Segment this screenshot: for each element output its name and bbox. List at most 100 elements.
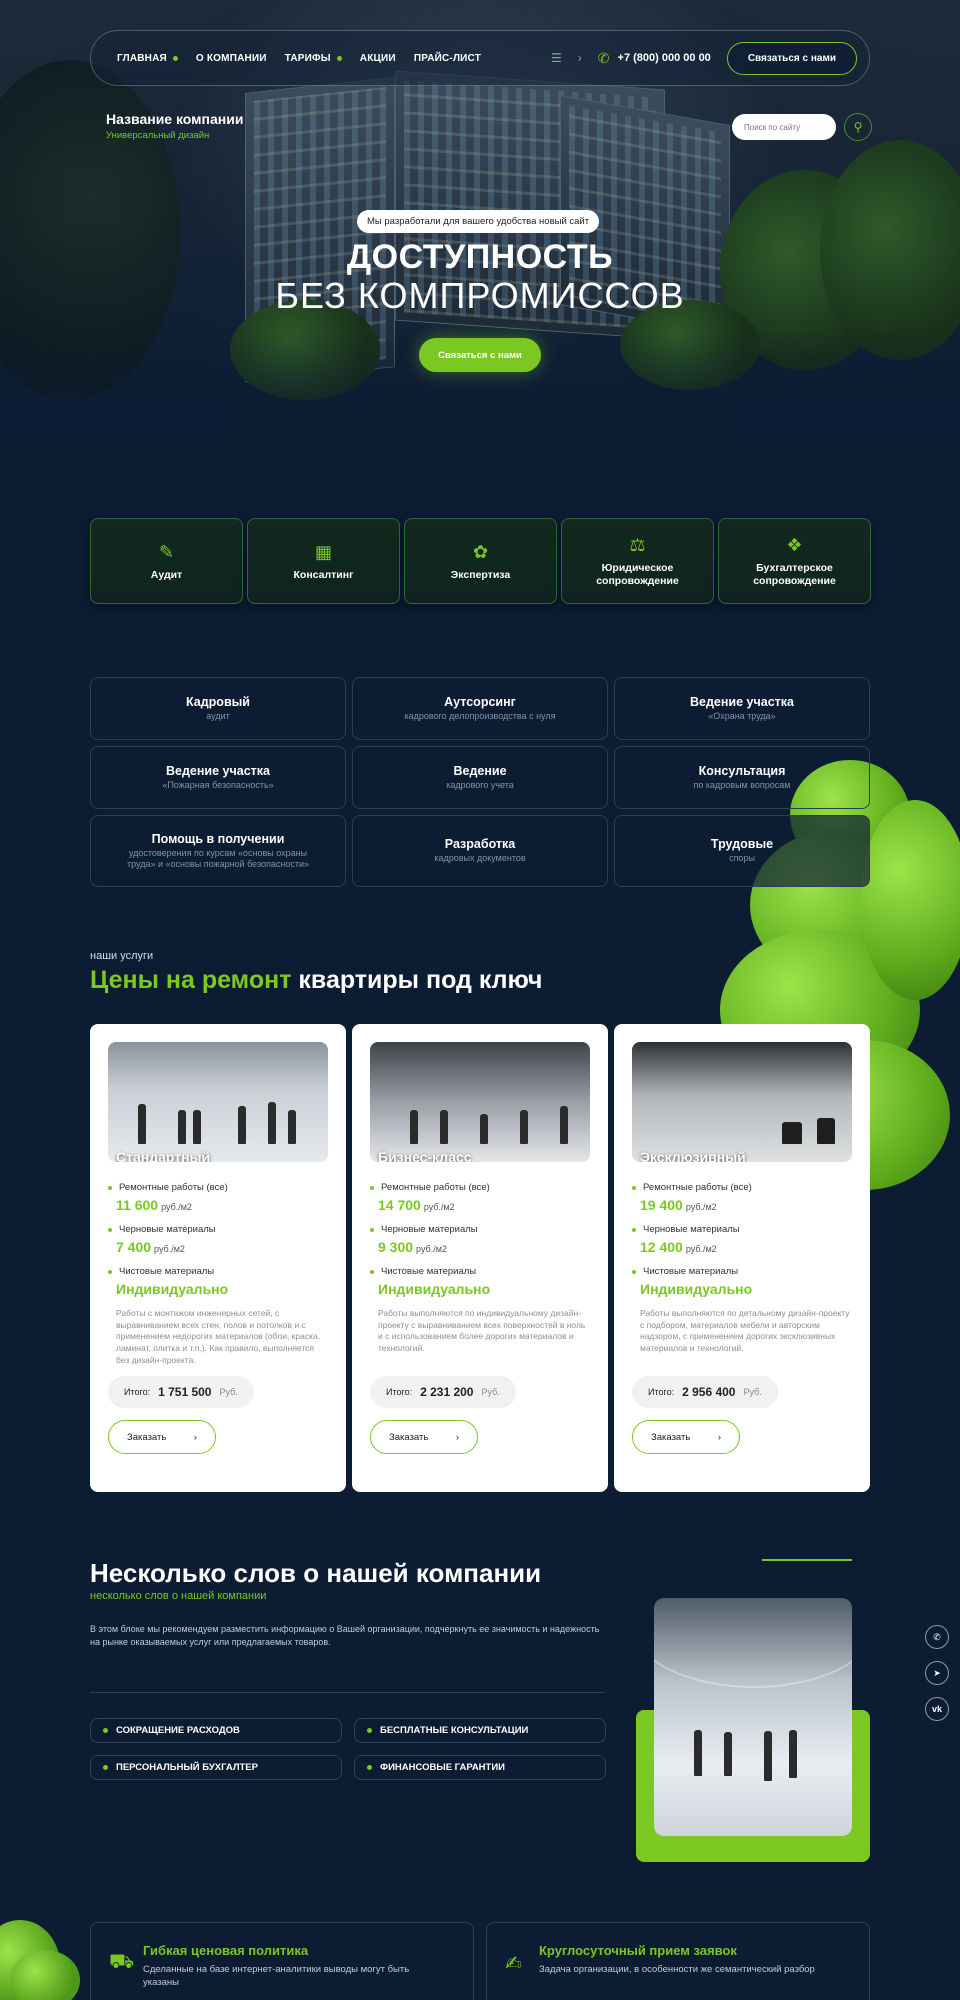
brand[interactable]: Название компании Универсальный дизайн bbox=[106, 111, 243, 141]
chevron-right-icon[interactable]: › bbox=[578, 51, 582, 65]
rough-label: Черновые материалы bbox=[643, 1224, 740, 1235]
advantage-title: Круглосуточный прием заявок bbox=[539, 1943, 737, 1958]
feature-label: Аудит bbox=[150, 568, 183, 581]
vk-icon[interactable]: vk bbox=[925, 1697, 949, 1721]
advantage-card: ✍ Круглосуточный прием заявок Задача орг… bbox=[486, 1922, 870, 2000]
repair-value: 14 700 bbox=[378, 1197, 421, 1213]
repair-label: Ремонтные работы (все) bbox=[643, 1182, 752, 1193]
finish-label: Чистовые материалы bbox=[381, 1266, 477, 1277]
service-card[interactable]: Кадровый аудит bbox=[90, 677, 346, 740]
advantage-text: Задача организации, в особенности же сем… bbox=[539, 1964, 815, 1975]
service-card[interactable]: Ведение участка «Пожарная безопасность» bbox=[90, 746, 346, 809]
truck-icon: ⛟ bbox=[109, 1951, 135, 1973]
total-label: Итого: bbox=[386, 1387, 413, 1397]
rough-unit: руб./м2 bbox=[416, 1244, 447, 1254]
order-button[interactable]: Заказать › bbox=[108, 1420, 216, 1454]
service-card[interactable]: Трудовые споры bbox=[614, 815, 870, 887]
price-plan-card: Эксклюзивный Ремонтные работы (все) 19 40… bbox=[614, 1024, 870, 1492]
plan-total: Итого: 2 231 200 Руб. bbox=[370, 1376, 516, 1408]
service-sub: кадровых документов bbox=[434, 853, 526, 864]
feature-cards: ✎ Аудит ▦ Консалтинг ✿ Экспертиза ⚖ Юридичес… bbox=[90, 518, 871, 604]
service-title: Ведение bbox=[453, 763, 507, 778]
service-sub: «Пожарная безопасность» bbox=[162, 779, 274, 790]
gavel-icon: ⚖ bbox=[629, 535, 646, 556]
search-icon[interactable]: ⚲ bbox=[844, 113, 872, 141]
service-card[interactable]: Аутсорсинг кадрового делопроизводства с н… bbox=[352, 677, 608, 740]
prices-title: Цены на ремонт квартиры под ключ bbox=[90, 966, 542, 995]
hero-badge: Мы разработали для вашего удобства новый… bbox=[357, 210, 600, 233]
feature-card-legal[interactable]: ⚖ Юридическое сопровождение bbox=[561, 518, 714, 604]
feature-label: Экспертиза bbox=[450, 568, 511, 581]
phone-link[interactable]: ✆ +7 (800) 000 00 00 bbox=[598, 50, 711, 67]
about-photo bbox=[654, 1598, 852, 1836]
top-nav: ГЛАВНАЯ О КОМПАНИИ ТАРИФЫ АКЦИИ ПРАЙС-ЛИ… bbox=[90, 30, 870, 86]
coins-icon: ❖ bbox=[786, 535, 803, 556]
about-tag: ПЕРСОНАЛЬНЫЙ БУХГАЛТЕР bbox=[90, 1755, 342, 1780]
hero-cta-button[interactable]: Связаться с нами bbox=[419, 338, 541, 372]
advantage-title: Гибкая ценовая политика bbox=[143, 1943, 309, 1958]
finish-label: Чистовые материалы bbox=[643, 1266, 739, 1277]
nav-item-pricelist[interactable]: ПРАЙС-ЛИСТ bbox=[414, 53, 481, 64]
feature-card-accounting[interactable]: ❖ Бухгалтерское сопровождение bbox=[718, 518, 871, 604]
nav-item-home[interactable]: ГЛАВНАЯ bbox=[117, 53, 178, 64]
order-button[interactable]: Заказать › bbox=[632, 1420, 740, 1454]
nav-menu: ГЛАВНАЯ О КОМПАНИИ ТАРИФЫ АКЦИИ ПРАЙС-ЛИ… bbox=[117, 53, 481, 64]
plan-total: Итого: 1 751 500 Руб. bbox=[108, 1376, 254, 1408]
rough-label: Черновые материалы bbox=[381, 1224, 478, 1235]
service-title: Аутсорсинг bbox=[444, 694, 516, 709]
feature-label: Юридическое сопровождение bbox=[596, 562, 679, 587]
phone-icon: ✆ bbox=[597, 49, 610, 66]
briefcase-icon: ▦ bbox=[314, 541, 332, 562]
rough-label: Черновые материалы bbox=[119, 1224, 216, 1235]
hero-title-line1: ДОСТУПНОСТЬ bbox=[346, 238, 614, 276]
plan-photo: Бизнес-класс bbox=[370, 1042, 590, 1162]
service-title: Помощь в получении bbox=[151, 831, 285, 846]
menu-icon[interactable]: ☰ bbox=[551, 51, 562, 65]
repair-value: 11 600 bbox=[116, 1197, 159, 1213]
plan-photo: Стандартный bbox=[108, 1042, 328, 1162]
hand-coin-icon: ✍ bbox=[505, 1953, 522, 1975]
rough-value: 12 400 bbox=[640, 1239, 683, 1255]
order-button[interactable]: Заказать › bbox=[370, 1420, 478, 1454]
rough-unit: руб./м2 bbox=[154, 1244, 185, 1254]
contact-button[interactable]: Связаться с нами bbox=[726, 41, 857, 75]
about-tag: БЕСПЛАТНЫЕ КОНСУЛЬТАЦИИ bbox=[354, 1718, 606, 1743]
repair-label: Ремонтные работы (все) bbox=[119, 1182, 228, 1193]
about-tag: ФИНАНСОВЫЕ ГАРАНТИИ bbox=[354, 1755, 606, 1780]
total-value: 2 956 400 bbox=[682, 1385, 736, 1399]
nav-item-about[interactable]: О КОМПАНИИ bbox=[196, 53, 267, 64]
service-card[interactable]: Помощь в получении удостоверения по курса… bbox=[90, 815, 346, 887]
service-card[interactable]: Разработка кадровых документов bbox=[352, 815, 608, 887]
nav-item-promos[interactable]: АКЦИИ bbox=[360, 53, 396, 64]
service-title: Кадровый bbox=[186, 694, 250, 709]
whatsapp-icon[interactable]: ✆ bbox=[925, 1625, 949, 1649]
service-card[interactable]: Консультация по кадровым вопросам bbox=[614, 746, 870, 809]
total-value: 2 231 200 bbox=[420, 1385, 474, 1399]
about-subtitle: несколько слов о нашей компании bbox=[90, 1590, 267, 1602]
nav-item-tariffs[interactable]: ТАРИФЫ bbox=[285, 53, 342, 64]
feature-card-audit[interactable]: ✎ Аудит bbox=[90, 518, 243, 604]
search-input[interactable] bbox=[732, 114, 836, 140]
feature-card-consulting[interactable]: ▦ Консалтинг bbox=[247, 518, 400, 604]
service-title: Консультация bbox=[698, 763, 786, 778]
service-card[interactable]: Ведение участка «Охрана труда» bbox=[614, 677, 870, 740]
service-sub: удостоверения по курсам «основы охраны т… bbox=[127, 847, 309, 869]
plan-description: Работы с монтажом инженерных сетей, с вы… bbox=[116, 1308, 321, 1365]
nav-dot bbox=[172, 55, 178, 61]
search-bar: ⚲ bbox=[732, 113, 872, 141]
rough-value: 7 400 bbox=[116, 1239, 152, 1255]
phone-number: +7 (800) 000 00 00 bbox=[617, 52, 711, 64]
feature-card-expertise[interactable]: ✿ Экспертиза bbox=[404, 518, 557, 604]
prices-title-white: квартиры под ключ bbox=[298, 966, 543, 994]
service-title: Ведение участка bbox=[690, 694, 794, 709]
social-links: ✆ ➤ vk bbox=[925, 1625, 949, 1721]
service-sub: аудит bbox=[206, 710, 230, 721]
total-label: Итого: bbox=[124, 1387, 151, 1397]
finish-value: Индивидуально bbox=[640, 1281, 753, 1297]
divider bbox=[90, 1692, 605, 1693]
telegram-icon[interactable]: ➤ bbox=[925, 1661, 949, 1685]
plan-name: Эксклюзивный bbox=[640, 1149, 746, 1162]
nav-tools: ☰ › ✆ +7 (800) 000 00 00 Связаться с нами bbox=[551, 41, 857, 75]
service-card[interactable]: Ведение кадрового учета bbox=[352, 746, 608, 809]
plan-description: Работы выполняются по индивидуальному ди… bbox=[378, 1308, 586, 1354]
